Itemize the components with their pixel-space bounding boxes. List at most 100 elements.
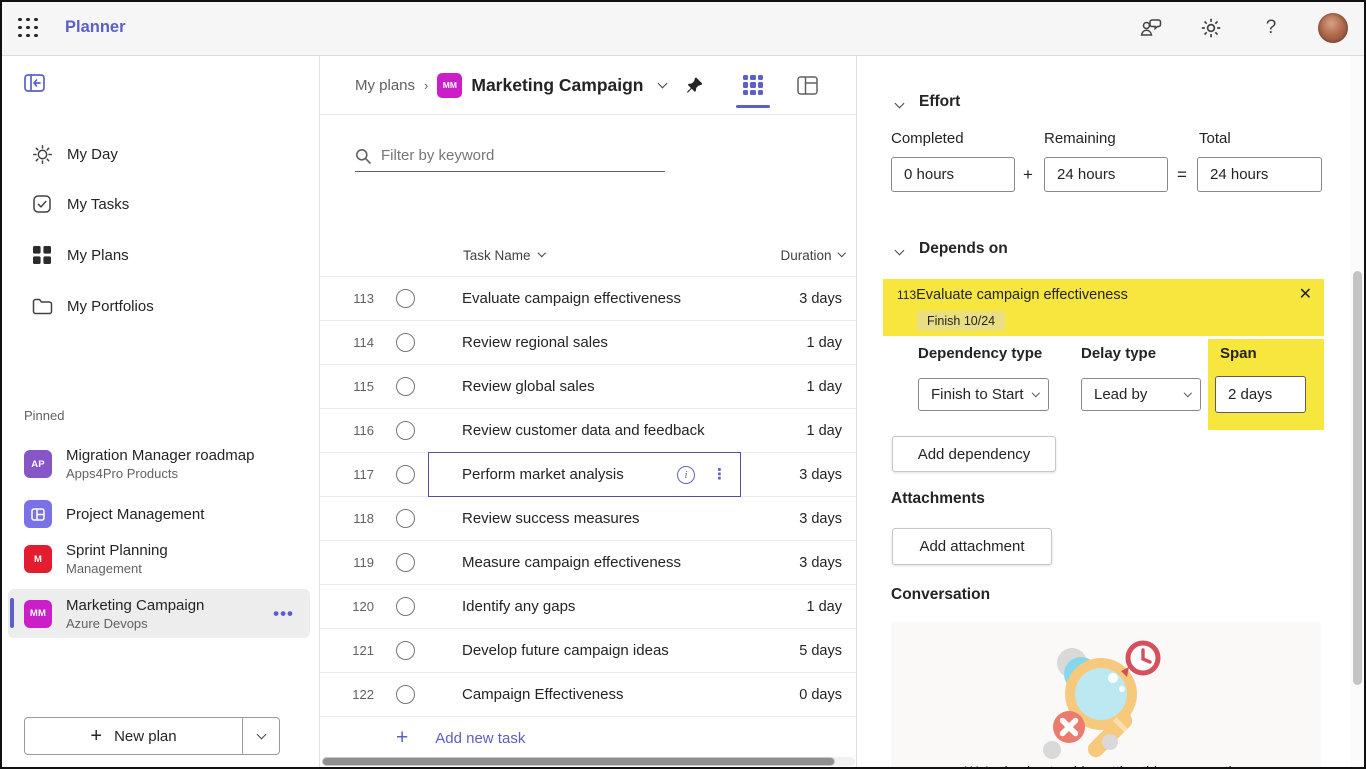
task-name-cell[interactable]: Develop future campaign ideas: [462, 642, 669, 659]
plan-subtitle: Apps4Pro Products: [66, 465, 254, 482]
completed-label: Completed: [891, 130, 964, 147]
task-name-cell[interactable]: Review regional sales: [462, 334, 608, 351]
table-row: 115 Review global sales 1 day: [320, 365, 856, 409]
new-plan-dropdown[interactable]: [243, 718, 279, 754]
task-duration-cell[interactable]: 0 days: [799, 687, 856, 703]
task-duration-cell[interactable]: 1 day: [807, 335, 856, 351]
avatar[interactable]: [1318, 13, 1348, 43]
collapse-chevron-icon[interactable]: [895, 245, 905, 255]
task-name-cell[interactable]: Review success measures: [462, 510, 640, 527]
sidebar-item-my-tasks[interactable]: My Tasks: [0, 188, 319, 220]
help-icon[interactable]: ?: [1258, 15, 1284, 41]
task-name-cell[interactable]: Perform market analysis: [462, 466, 624, 483]
plus-icon: +: [90, 725, 102, 748]
equals-operator: =: [1177, 165, 1187, 185]
task-duration-cell[interactable]: 5 days: [799, 643, 856, 659]
breadcrumb-my-plans[interactable]: My plans: [355, 77, 415, 94]
add-new-task-button[interactable]: + Add new task: [320, 716, 856, 760]
task-details-panel: Effort Completed Remaining Total 0 hours…: [858, 56, 1350, 769]
column-header-duration[interactable]: Duration: [780, 248, 856, 263]
plan-subtitle: Management: [66, 560, 168, 577]
task-grid-area: My plans › MM Marketing Campaign: [320, 56, 857, 769]
info-icon[interactable]: i: [677, 466, 695, 484]
complete-task-circle[interactable]: [396, 465, 415, 484]
kebab-menu-icon[interactable]: ⋮: [712, 467, 727, 482]
add-attachment-button[interactable]: Add attachment: [892, 528, 1052, 565]
filter-input[interactable]: [381, 147, 665, 164]
span-label: Span: [1220, 345, 1257, 362]
task-id: 115: [330, 379, 374, 394]
complete-task-circle[interactable]: [396, 641, 415, 660]
horizontal-scrollbar[interactable]: [322, 757, 855, 766]
more-options-icon[interactable]: •••: [273, 604, 294, 624]
board-view-icon[interactable]: [797, 76, 818, 95]
remaining-label: Remaining: [1044, 130, 1116, 147]
complete-task-circle[interactable]: [396, 333, 415, 352]
pinned-section-label: Pinned: [24, 408, 64, 423]
collapse-sidebar-icon[interactable]: [24, 74, 45, 92]
task-name-cell[interactable]: Campaign Effectiveness: [462, 686, 623, 703]
complete-task-circle[interactable]: [396, 509, 415, 528]
pin-icon[interactable]: [686, 77, 703, 94]
complete-task-circle[interactable]: [396, 421, 415, 440]
pinned-plan-sprint-planning[interactable]: M Sprint Planning Management: [8, 535, 310, 583]
complete-task-circle[interactable]: [396, 597, 415, 616]
close-icon[interactable]: ✕: [1299, 284, 1312, 304]
task-duration-cell[interactable]: 1 day: [807, 599, 856, 615]
feedback-icon[interactable]: [1138, 15, 1164, 41]
chevron-down-icon[interactable]: [657, 78, 667, 88]
chevron-down-icon: [1183, 389, 1191, 397]
task-duration-cell[interactable]: 1 day: [807, 379, 856, 395]
delay-type-dropdown[interactable]: Lead by: [1081, 378, 1201, 411]
table-header: Task Name Duration: [320, 240, 856, 270]
remaining-hours-field[interactable]: 24 hours: [1044, 157, 1168, 192]
settings-icon[interactable]: [1198, 15, 1224, 41]
dependency-title: 113Evaluate campaign effectiveness: [897, 287, 1128, 303]
dependency-type-dropdown[interactable]: Finish to Start: [918, 378, 1049, 411]
selected-task-cell[interactable]: Perform market analysis i ⋮: [428, 452, 741, 497]
sidebar-item-my-portfolios[interactable]: My Portfolios: [0, 290, 319, 322]
task-duration-cell[interactable]: 3 days: [799, 555, 856, 571]
completed-hours-field[interactable]: 0 hours: [891, 157, 1015, 192]
plan-title: Project Management: [66, 505, 204, 524]
dependency-item-highlighted: 113Evaluate campaign effectiveness ✕ Fin…: [883, 279, 1324, 336]
sort-chevron-icon: [837, 249, 845, 257]
vertical-scrollbar-thumb[interactable]: [1353, 271, 1362, 685]
column-header-task-name[interactable]: Task Name: [463, 248, 544, 263]
complete-task-circle[interactable]: [396, 685, 415, 704]
depends-on-section-header: Depends on: [896, 240, 1008, 258]
my-tasks-icon: [31, 194, 53, 214]
total-hours-field[interactable]: 24 hours: [1197, 157, 1322, 192]
pinned-plan-project-management[interactable]: Project Management: [8, 492, 310, 536]
add-dependency-button[interactable]: Add dependency: [892, 436, 1056, 472]
complete-task-circle[interactable]: [396, 289, 415, 308]
task-name-cell[interactable]: Identify any gaps: [462, 598, 575, 615]
sidebar-item-my-plans[interactable]: My Plans: [0, 239, 319, 271]
plan-tile: MM: [24, 600, 52, 628]
horizontal-scrollbar-thumb[interactable]: [322, 757, 835, 766]
complete-task-circle[interactable]: [396, 553, 415, 572]
task-duration-cell[interactable]: 3 days: [799, 467, 856, 483]
task-name-cell[interactable]: Review global sales: [462, 378, 595, 395]
my-plans-icon: [31, 246, 53, 264]
plan-title: Marketing Campaign: [66, 596, 204, 615]
task-duration-cell[interactable]: 3 days: [799, 511, 856, 527]
span-field[interactable]: 2 days: [1215, 376, 1306, 413]
vertical-scrollbar[interactable]: [1350, 56, 1364, 769]
task-duration-cell[interactable]: 3 days: [799, 291, 856, 307]
collapse-chevron-icon[interactable]: [895, 98, 905, 108]
plus-icon: +: [396, 726, 408, 750]
task-name-cell[interactable]: Evaluate campaign effectiveness: [462, 290, 681, 307]
task-name-cell[interactable]: Measure campaign effectiveness: [462, 554, 681, 571]
grid-view-icon[interactable]: [743, 75, 763, 95]
task-duration-cell[interactable]: 1 day: [807, 423, 856, 439]
sidebar-item-my-day[interactable]: My Day: [0, 138, 319, 170]
pinned-plan-marketing-campaign[interactable]: MM Marketing Campaign Azure Devops •••: [8, 589, 310, 638]
pinned-plan-migration-manager[interactable]: AP Migration Manager roadmap Apps4Pro Pr…: [8, 440, 310, 488]
waffle-icon[interactable]: [15, 15, 41, 41]
new-plan-button[interactable]: + New plan: [24, 717, 280, 755]
selected-accent-bar: [10, 598, 14, 628]
complete-task-circle[interactable]: [396, 377, 415, 396]
task-name-cell[interactable]: Review customer data and feedback: [462, 422, 705, 439]
task-id: 118: [330, 511, 374, 526]
